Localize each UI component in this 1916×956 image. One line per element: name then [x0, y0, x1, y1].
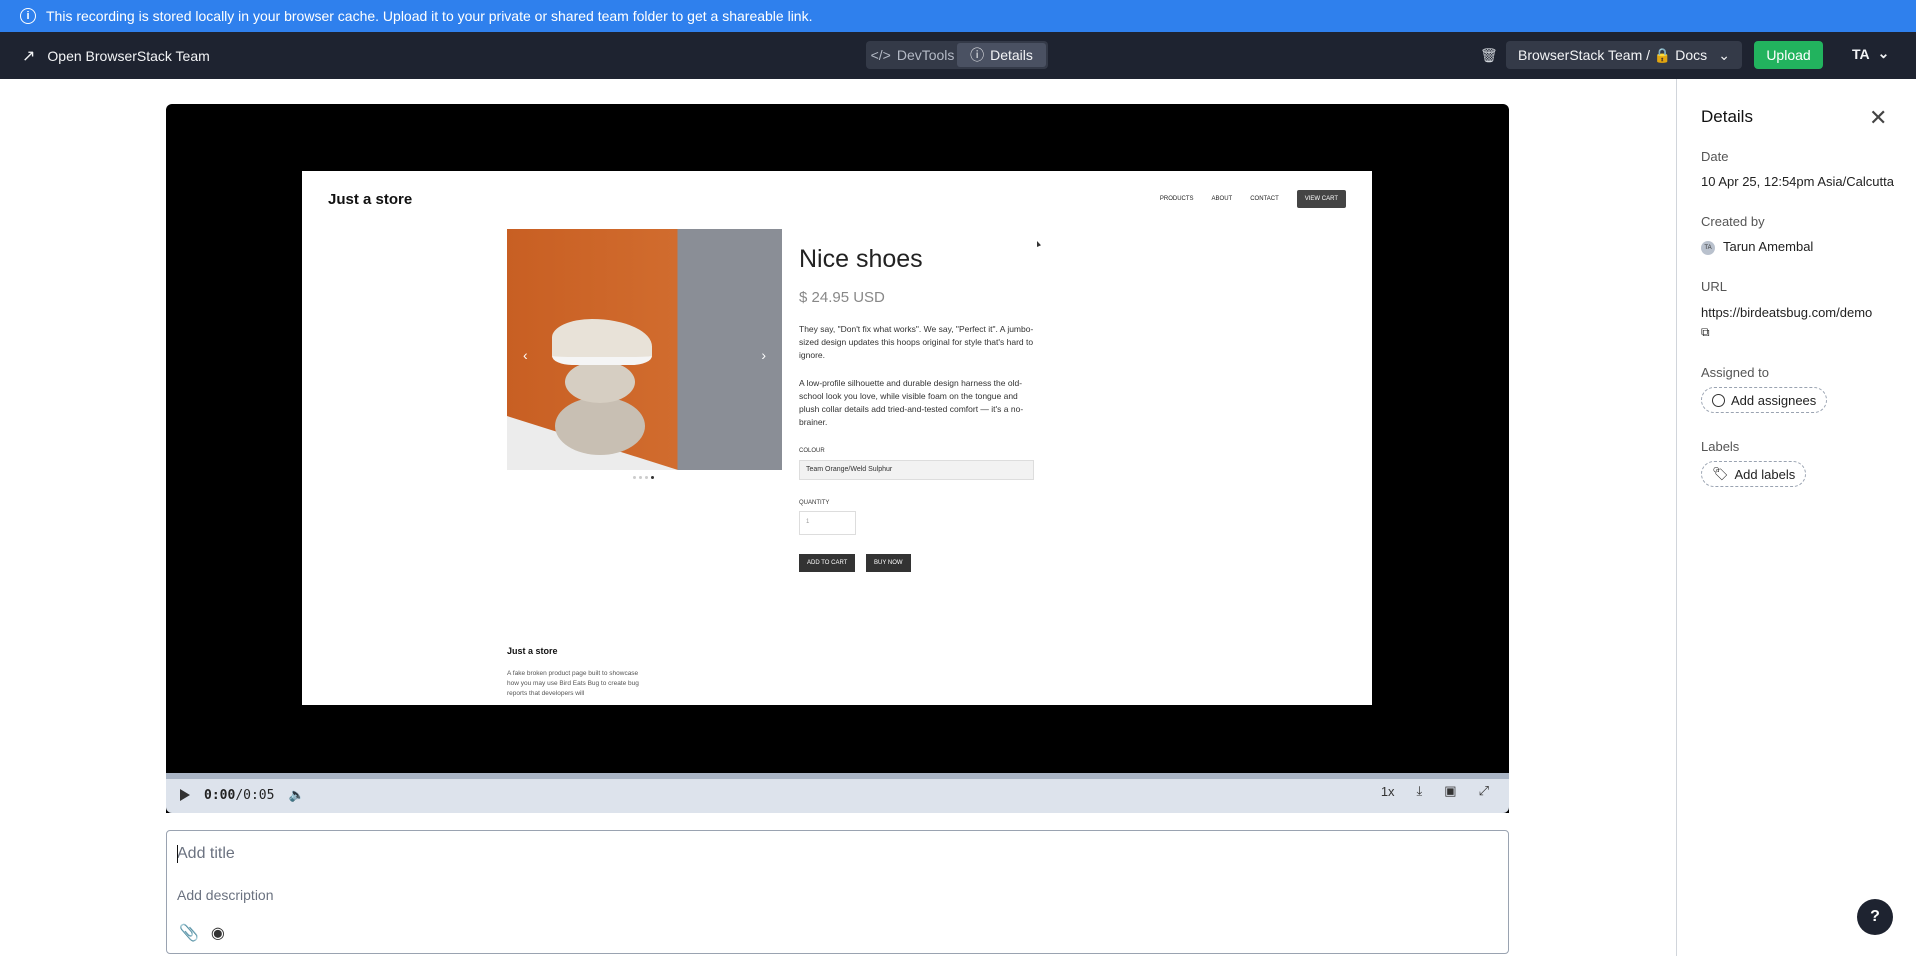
tab-details[interactable]: ⓘ Details: [957, 43, 1046, 67]
product-image: ‹ ›: [507, 229, 782, 470]
view-toggle: </> DevTools ⓘ Details: [866, 41, 1048, 69]
store-nav-products: PRODUCTS: [1159, 196, 1194, 202]
picture-in-picture-icon[interactable]: ▣: [1444, 783, 1456, 799]
tab-devtools-label: DevTools: [896, 47, 955, 63]
info-icon: i: [20, 8, 36, 24]
help-button[interactable]: ?: [1857, 899, 1893, 935]
user-menu[interactable]: TA ⌄: [1852, 45, 1889, 62]
details-heading: Details: [1701, 107, 1753, 126]
created-by-value: TA Tarun Amembal: [1701, 239, 1813, 255]
user-circle-icon: [1712, 393, 1725, 407]
close-icon[interactable]: ✕: [1869, 105, 1887, 131]
footer-brand: Just a store: [507, 646, 558, 656]
avatar: TA: [1852, 45, 1870, 62]
date-value: 10 Apr 25, 12:54pm Asia/Calcutta: [1701, 174, 1894, 189]
avatar: TA: [1701, 240, 1715, 255]
shoe-image: [552, 319, 652, 365]
description-input[interactable]: Add description: [177, 887, 274, 903]
add-assignees-button[interactable]: Add assignees: [1701, 387, 1828, 413]
labels-label: Labels: [1701, 439, 1740, 454]
copy-icon[interactable]: ⧉: [1701, 325, 1710, 340]
info-banner: i This recording is stored locally in yo…: [0, 0, 1916, 32]
location-pin-icon[interactable]: ◉: [211, 923, 225, 943]
volume-icon[interactable]: 🔈: [288, 788, 304, 803]
colour-label: COLOUR: [799, 448, 825, 454]
date-label: Date: [1701, 149, 1729, 164]
store-brand: Just a store: [328, 191, 413, 208]
time-readout: 0:00/0:05: [204, 788, 274, 803]
playback-speed[interactable]: 1x: [1381, 784, 1395, 799]
add-assignees-label: Add assignees: [1731, 392, 1817, 408]
chevron-left-icon: ‹: [523, 347, 528, 363]
player-controls: 0:00/0:05 🔈 1x ⤓ ▣ ⤢: [166, 773, 1509, 813]
tab-details-label: Details: [990, 47, 1033, 63]
banner-text: This recording is stored locally in your…: [46, 8, 813, 24]
download-icon[interactable]: ⤓: [1417, 783, 1423, 799]
carousel-dots: [633, 476, 654, 479]
video-player[interactable]: Just a store PRODUCTS ABOUT CONTACT VIEW…: [166, 104, 1509, 813]
team-folder-label: BrowserStack Team / 🔒 Docs: [1518, 46, 1708, 63]
assigned-label: Assigned to: [1701, 365, 1769, 380]
title-input[interactable]: [177, 845, 877, 863]
chevron-down-icon: ⌄: [1877, 45, 1890, 61]
add-labels-button[interactable]: 🏷 Add labels: [1701, 461, 1807, 487]
paperclip-icon[interactable]: 📎: [179, 923, 199, 943]
product-title: Nice shoes: [799, 245, 923, 273]
product-price: $ 24.95 USD: [799, 289, 885, 306]
open-team-label: Open BrowserStack Team: [47, 47, 210, 64]
cursor-icon: [1037, 241, 1041, 247]
current-time: 0:00: [204, 787, 236, 803]
text-caret: [177, 845, 178, 863]
fullscreen-icon[interactable]: ⤢: [1479, 783, 1489, 799]
top-bar: ↗ Open BrowserStack Team </> DevTools ⓘ …: [0, 32, 1916, 79]
add-to-cart-button: ADD TO CART: [799, 554, 856, 572]
creator-name: Tarun Amembal: [1723, 239, 1814, 254]
chevron-down-icon: ⌄: [1718, 46, 1730, 63]
tag-icon: 🏷: [1712, 466, 1729, 481]
footer-description: A fake broken product page built to show…: [507, 670, 639, 697]
report-editor: Add description 📎 ◉: [166, 830, 1509, 954]
buy-now-button: BUY NOW: [866, 554, 911, 572]
info-icon: ⓘ: [970, 47, 985, 63]
code-icon: </>: [870, 47, 891, 63]
external-arrow-icon: ↗: [22, 47, 36, 65]
product-description-2: A low-profile silhouette and durable des…: [799, 378, 1024, 427]
store-view-cart: VIEW CART: [1296, 190, 1346, 208]
play-icon[interactable]: [180, 789, 190, 801]
team-folder-select[interactable]: BrowserStack Team / 🔒 Docs ⌄: [1506, 41, 1742, 69]
add-labels-label: Add labels: [1734, 466, 1796, 482]
quantity-label: QUANTITY: [799, 500, 830, 506]
store-nav-contact: CONTACT: [1250, 196, 1279, 202]
trash-icon[interactable]: 🗑: [1480, 47, 1498, 63]
colour-select: Team Orange/Weld Sulphur: [799, 460, 1034, 480]
recorded-page: Just a store PRODUCTS ABOUT CONTACT VIEW…: [302, 171, 1372, 705]
progress-bar[interactable]: [166, 773, 1509, 779]
chevron-right-icon: ›: [761, 347, 766, 363]
quantity-field: 1: [799, 511, 856, 535]
open-team-link[interactable]: ↗ Open BrowserStack Team: [22, 46, 210, 66]
url-label: URL: [1701, 279, 1728, 294]
duration: /0:05: [235, 787, 275, 803]
upload-button[interactable]: Upload: [1754, 41, 1823, 69]
panel-divider: [1676, 79, 1677, 956]
url-value[interactable]: https://birdeatsbug.com/demo: [1701, 305, 1872, 320]
product-description-1: They say, "Don't fix what works". We say…: [799, 324, 1034, 360]
store-nav: PRODUCTS ABOUT CONTACT VIEW CART: [1160, 190, 1346, 208]
created-by-label: Created by: [1701, 214, 1765, 229]
details-panel: Details ✕ Date 10 Apr 25, 12:54pm Asia/C…: [1701, 79, 1916, 956]
store-nav-about: ABOUT: [1211, 196, 1233, 202]
tab-devtools[interactable]: </> DevTools: [868, 43, 957, 67]
